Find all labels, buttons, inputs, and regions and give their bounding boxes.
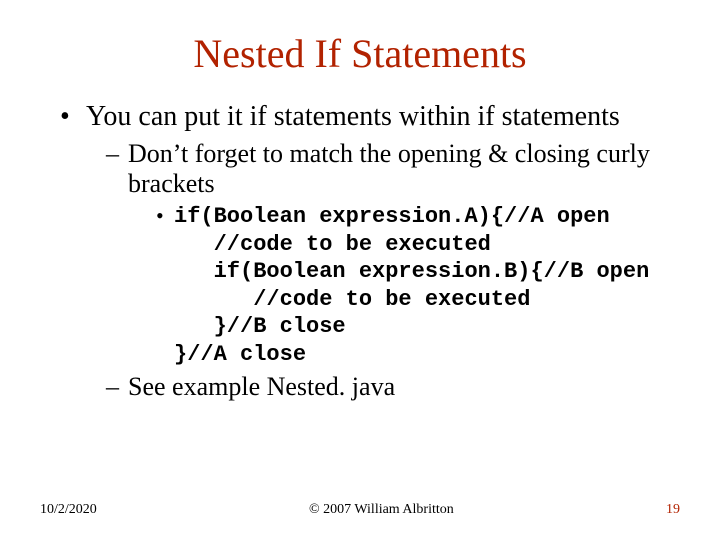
footer: 10/2/2020 © 2007 William Albritton 19 [40, 502, 680, 518]
bullet-list-2: Don’t forget to match the opening & clos… [106, 139, 680, 402]
bullet-list-1: You can put it if statements within if s… [60, 101, 680, 402]
bullet-l2-2: See example Nested. java [106, 372, 680, 402]
bullet-l1-1-text: You can put it if statements within if s… [86, 101, 620, 132]
footer-page-number: 19 [666, 502, 680, 518]
code-block: if(Boolean expression.A){//A open //code… [174, 203, 680, 368]
bullet-l3-code: if(Boolean expression.A){//A open //code… [156, 203, 680, 368]
bullet-list-3: if(Boolean expression.A){//A open //code… [156, 203, 680, 368]
slide-title: Nested If Statements [40, 30, 680, 77]
footer-copyright: © 2007 William Albritton [309, 502, 454, 518]
bullet-l2-1: Don’t forget to match the opening & clos… [106, 139, 680, 368]
bullet-l2-1-text: Don’t forget to match the opening & clos… [128, 139, 650, 198]
footer-date: 10/2/2020 [40, 502, 97, 518]
bullet-l2-2-text: See example Nested. java [128, 372, 395, 401]
slide: Nested If Statements You can put it if s… [0, 0, 720, 402]
bullet-l1-1: You can put it if statements within if s… [60, 101, 680, 402]
